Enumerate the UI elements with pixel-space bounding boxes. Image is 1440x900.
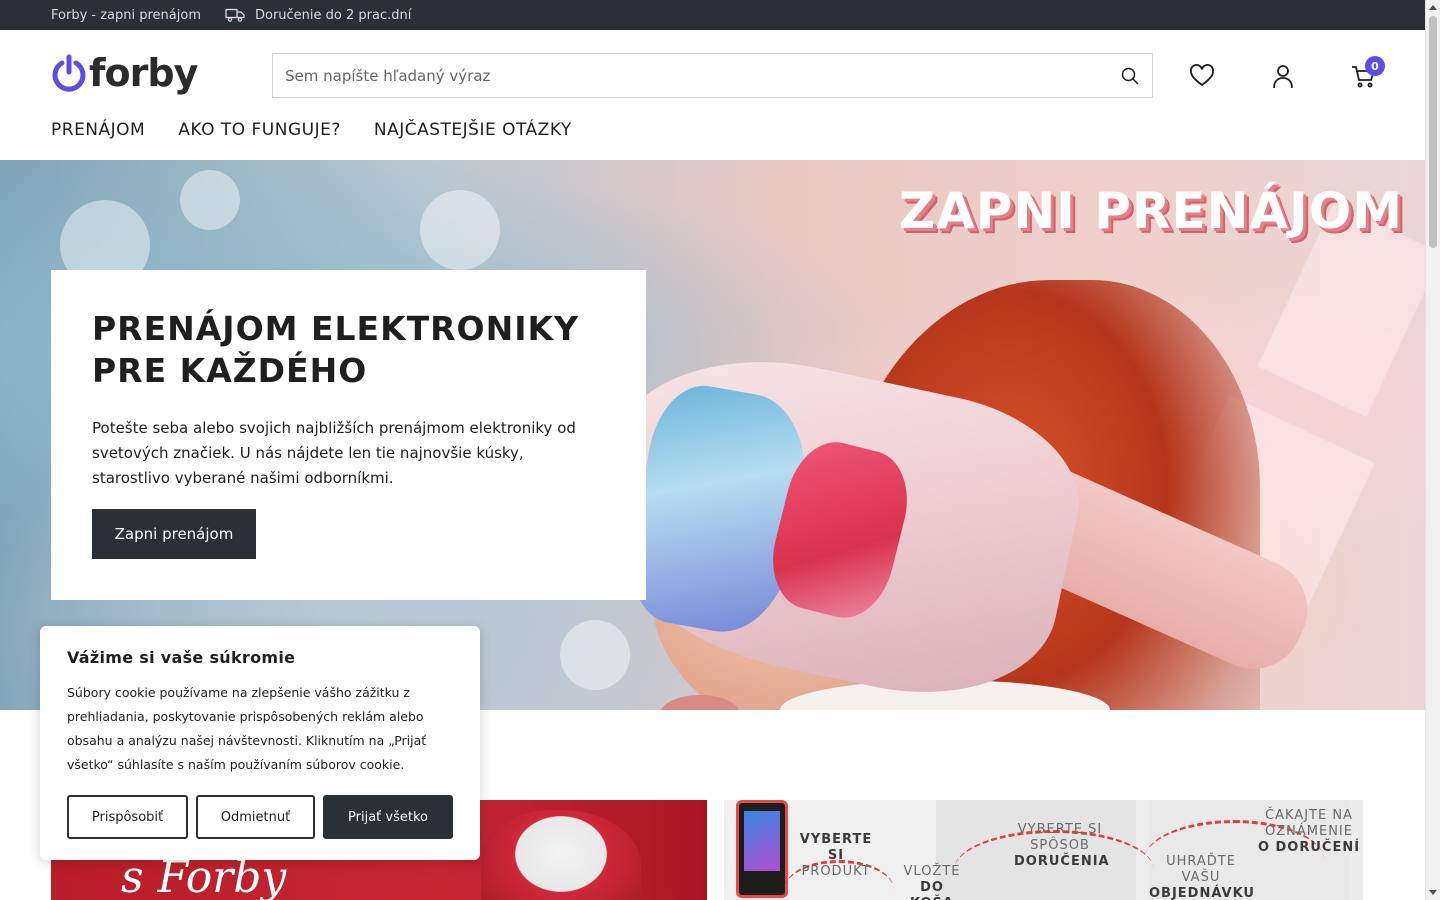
- search-box: [272, 53, 1153, 98]
- step-3-text: VYBERTE SI SPÔSOB: [1017, 822, 1103, 853]
- step-1-text: VYBERTE SI: [799, 832, 873, 863]
- nav-item-ako-to-funguje[interactable]: AKO TO FUNGUJE?: [178, 120, 341, 140]
- delivery-text: Doručenie do 2 prac.dní: [254, 7, 412, 23]
- step-2-subtext: DO KOŠA: [910, 880, 953, 900]
- site-header: forby 0 PRENÁJOM AKO TO FUNGUJE? NAJČAST…: [0, 30, 1425, 160]
- how-it-works-banner[interactable]: VYBERTE SI PRODUKT VLOŽTE DO KOŠA VYBERT…: [724, 800, 1363, 900]
- search-input[interactable]: [273, 54, 1093, 97]
- step-2-text: VLOŽTE: [903, 864, 961, 879]
- scroll-up-icon[interactable]: [1429, 5, 1437, 10]
- cookie-reject-button[interactable]: Odmietnuť: [196, 795, 315, 839]
- user-icon[interactable]: [1270, 63, 1296, 89]
- heart-icon[interactable]: [1189, 63, 1215, 89]
- step-1-subtext: PRODUKT: [801, 864, 871, 879]
- step-5: ČAKAJTE NA OZNÁMENIE O DORUČENÍ: [1256, 808, 1362, 856]
- game-console-image: [736, 800, 788, 898]
- step-5-text: ČAKAJTE NA OZNÁMENIE: [1265, 808, 1353, 839]
- step-3: VYBERTE SI SPÔSOB DORUČENIA: [1014, 822, 1110, 870]
- nav-item-prenajom[interactable]: PRENÁJOM: [51, 120, 145, 140]
- step-4-text: UHRAĎTE VAŠU: [1166, 854, 1236, 885]
- santa-image: [481, 810, 641, 900]
- step-1: VYBERTE SI PRODUKT: [790, 832, 882, 880]
- hero-heading: PRENÁJOM ELEKTRONIKY PRE KAŽDÉHO: [92, 308, 605, 392]
- hero-heading-line1: PRENÁJOM ELEKTRONIKY: [92, 309, 579, 348]
- scroll-down-icon[interactable]: [1429, 890, 1437, 895]
- nav-item-otazky[interactable]: NAJČASTEJŠIE OTÁZKY: [374, 120, 572, 140]
- main-nav: PRENÁJOM AKO TO FUNGUJE? NAJČASTEJŠIE OT…: [51, 120, 572, 140]
- hero-description: Potešte seba alebo svojich najbližších p…: [92, 419, 576, 487]
- topbar-brand-text: Forby - zapni prenájom: [51, 7, 201, 23]
- hero-heading-line2: PRE KAŽDÉHO: [92, 351, 368, 390]
- power-icon: [52, 54, 86, 92]
- cookie-consent-dialog: Vážime si vaše súkromie Súbory cookie po…: [40, 626, 480, 860]
- page-scrollbar[interactable]: [1425, 0, 1440, 900]
- truck-icon: [225, 8, 245, 22]
- step-4: UHRAĎTE VAŠU OBJEDNÁVKU: [1149, 854, 1255, 900]
- step-3-subtext: DORUČENIA: [1014, 854, 1110, 869]
- step-4-subtext: OBJEDNÁVKU: [1149, 886, 1255, 900]
- bokeh-light: [180, 170, 240, 230]
- cookie-accept-button[interactable]: Prijať všetko: [323, 795, 453, 839]
- step-2: VLOŽTE DO KOŠA: [896, 864, 968, 900]
- hero-cta-button[interactable]: Zapni prenájom: [92, 509, 256, 559]
- delivery-info: Doručenie do 2 prac.dní: [225, 8, 411, 23]
- hero-overlay-title: ZAPNI PRENÁJOM: [898, 182, 1403, 240]
- console-screen: [744, 811, 780, 871]
- hero-card: PRENÁJOM ELEKTRONIKY PRE KAŽDÉHO Potešte…: [51, 270, 646, 600]
- cookie-buttons: Prispôsobiť Odmietnuť Prijať všetko: [67, 795, 453, 839]
- top-bar: Forby - zapni prenájom Doručenie do 2 pr…: [0, 0, 1425, 30]
- bokeh-light: [420, 190, 500, 270]
- search-icon[interactable]: [1120, 66, 1140, 86]
- step-5-subtext: O DORUČENÍ: [1257, 840, 1361, 855]
- logo-text: forby: [89, 51, 198, 95]
- scrollbar-thumb[interactable]: [1429, 16, 1437, 248]
- cart-count-badge: 0: [1365, 56, 1385, 76]
- cookie-text: Súbory cookie používame na zlepšenie váš…: [67, 685, 427, 772]
- cookie-customize-button[interactable]: Prispôsobiť: [67, 795, 188, 839]
- cookie-title: Vážime si vaše súkromie: [67, 648, 296, 667]
- logo[interactable]: forby: [51, 51, 198, 95]
- bokeh-light: [560, 620, 630, 690]
